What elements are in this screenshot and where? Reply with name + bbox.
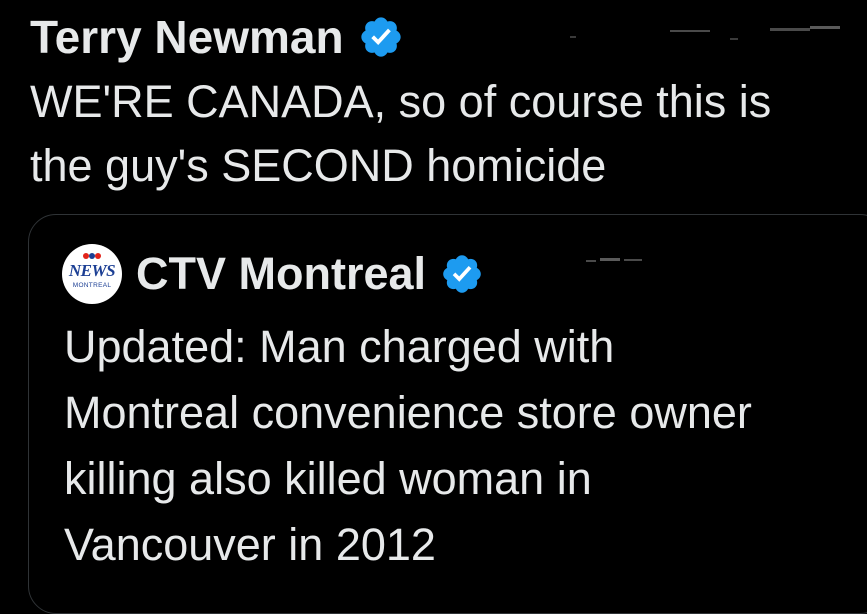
- tweet-text: WE'RE CANADA, so of course this is the g…: [30, 76, 772, 191]
- ctv-logo-icon: [83, 253, 101, 259]
- quoted-author-avatar[interactable]: NEWS MONTREAL: [62, 244, 122, 304]
- verified-badge-icon: [358, 14, 404, 60]
- redacted-handle: [570, 26, 840, 40]
- redacted-handle: [586, 258, 642, 262]
- author-name[interactable]: Terry Newman: [30, 10, 344, 64]
- tweet[interactable]: Terry Newman WE'RE CANADA, so of course …: [0, 0, 867, 614]
- verified-badge-icon: [440, 252, 484, 296]
- quoted-tweet-text: Updated: Man charged with Montreal conve…: [64, 321, 752, 570]
- avatar-logo-subtext: MONTREAL: [72, 282, 112, 289]
- quoted-author-name[interactable]: CTV Montreal: [136, 248, 426, 300]
- quoted-tweet-header: NEWS MONTREAL CTV Montreal: [62, 244, 484, 304]
- avatar-logo-text: NEWS: [68, 261, 116, 280]
- author-row: Terry Newman: [30, 8, 404, 66]
